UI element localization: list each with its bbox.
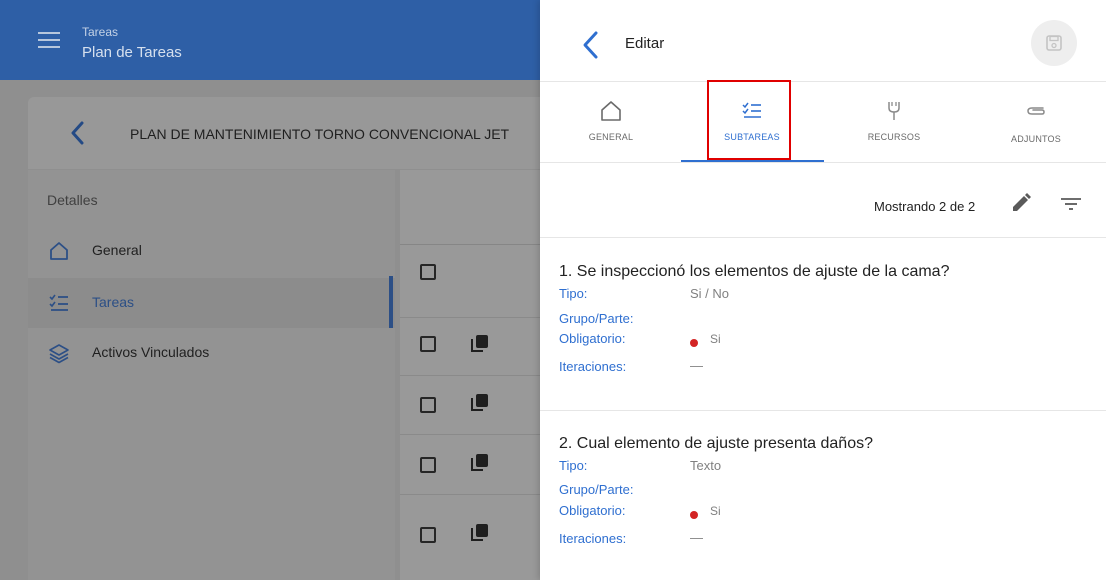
field-label-obligatorio: Obligatorio: <box>559 331 626 346</box>
task-list-icon <box>742 102 761 118</box>
plan-title: PLAN DE MANTENIMIENTO TORNO CONVENCIONAL… <box>130 126 510 142</box>
tools-icon <box>888 102 900 120</box>
field-label-tipo: Tipo: <box>559 458 588 473</box>
subtask-title: 2. Cual elemento de ajuste presenta daño… <box>559 435 873 452</box>
nav-item-activos-vinculados[interactable]: Activos Vinculados <box>28 328 395 378</box>
copy-icon[interactable] <box>470 522 490 542</box>
row-divider <box>400 317 545 318</box>
home-icon <box>601 101 621 121</box>
tab-label-recursos: RECURSOS <box>867 132 921 142</box>
showing-count: Mostrando 2 de 2 <box>874 199 976 214</box>
hamburger-menu-icon[interactable] <box>38 32 60 48</box>
select-all-checkbox[interactable] <box>420 264 436 280</box>
field-label-obligatorio: Obligatorio: <box>559 503 626 518</box>
nav-label-general: General <box>92 242 142 258</box>
nav-item-general[interactable]: General <box>28 226 395 276</box>
row-checkbox[interactable] <box>420 336 436 352</box>
copy-icon[interactable] <box>470 392 490 412</box>
drawer-tabs: GENERAL SUBTAREAS RECURSOS ADJUNTOS <box>540 83 1106 163</box>
field-value-tipo: Si / No <box>690 286 730 301</box>
drawer-header: Editar <box>540 0 1106 82</box>
nav-active-indicator <box>389 276 393 328</box>
home-icon <box>50 242 68 260</box>
field-label-iteraciones: Iteraciones: <box>559 531 627 546</box>
field-label-tipo: Tipo: <box>559 286 588 301</box>
subtask-title: 1. Se inspeccionó los elementos de ajust… <box>559 263 950 280</box>
pencil-icon[interactable] <box>1010 192 1032 214</box>
subtask-item[interactable]: 1. Se inspeccionó los elementos de ajust… <box>540 239 1106 411</box>
nav-label-activos: Activos Vinculados <box>92 344 210 360</box>
task-list-icon <box>49 294 68 311</box>
row-divider <box>400 434 545 435</box>
field-value-iteraciones: — <box>690 530 703 545</box>
filter-icon[interactable] <box>1060 197 1082 211</box>
active-tab-underline <box>681 160 824 162</box>
copy-icon[interactable] <box>470 333 490 353</box>
tab-adjuntos[interactable]: ADJUNTOS <box>965 83 1106 163</box>
tab-general[interactable]: GENERAL <box>540 83 682 163</box>
layers-icon <box>49 344 69 364</box>
back-arrow-icon[interactable] <box>580 30 602 60</box>
nav-item-tareas[interactable]: Tareas <box>28 278 395 328</box>
subtask-item[interactable]: 2. Cual elemento de ajuste presenta daño… <box>540 411 1106 580</box>
field-value-obligatorio: Si <box>710 332 721 346</box>
tab-label-general: GENERAL <box>588 132 634 142</box>
copy-icon[interactable] <box>470 452 490 472</box>
row-checkbox[interactable] <box>420 527 436 543</box>
row-checkbox[interactable] <box>420 457 436 473</box>
tab-label-subtareas: SUBTAREAS <box>724 132 780 142</box>
row-divider <box>400 375 545 376</box>
subtasks-toolbar: Mostrando 2 de 2 <box>540 164 1106 238</box>
tab-label-adjuntos: ADJUNTOS <box>1011 134 1061 144</box>
row-divider <box>400 494 545 495</box>
drawer-title: Editar <box>625 35 665 52</box>
field-label-grupo: Grupo/Parte: <box>559 311 634 326</box>
tab-subtareas[interactable]: SUBTAREAS <box>681 83 823 163</box>
field-label-grupo: Grupo/Parte: <box>559 482 634 497</box>
field-value-tipo: Texto <box>690 458 722 473</box>
details-heading: Detalles <box>47 192 98 208</box>
save-icon <box>1046 35 1062 51</box>
paperclip-icon <box>1027 107 1045 115</box>
field-value-iteraciones: — <box>690 358 703 373</box>
table-header-divider <box>400 244 545 245</box>
required-dot <box>690 339 698 347</box>
header-title: Plan de Tareas <box>82 44 182 61</box>
row-checkbox[interactable] <box>420 397 436 413</box>
nav-label-tareas: Tareas <box>92 294 135 310</box>
edit-drawer: Editar GENERAL SUBTAREAS RECURSOS ADJUNT… <box>540 0 1106 580</box>
required-dot <box>690 511 698 519</box>
header-section: Tareas <box>82 25 119 39</box>
field-value-obligatorio: Si <box>710 504 721 518</box>
field-label-iteraciones: Iteraciones: <box>559 359 627 374</box>
back-arrow-icon[interactable] <box>68 120 88 146</box>
tab-recursos[interactable]: RECURSOS <box>823 83 965 163</box>
save-button[interactable] <box>1031 20 1077 66</box>
